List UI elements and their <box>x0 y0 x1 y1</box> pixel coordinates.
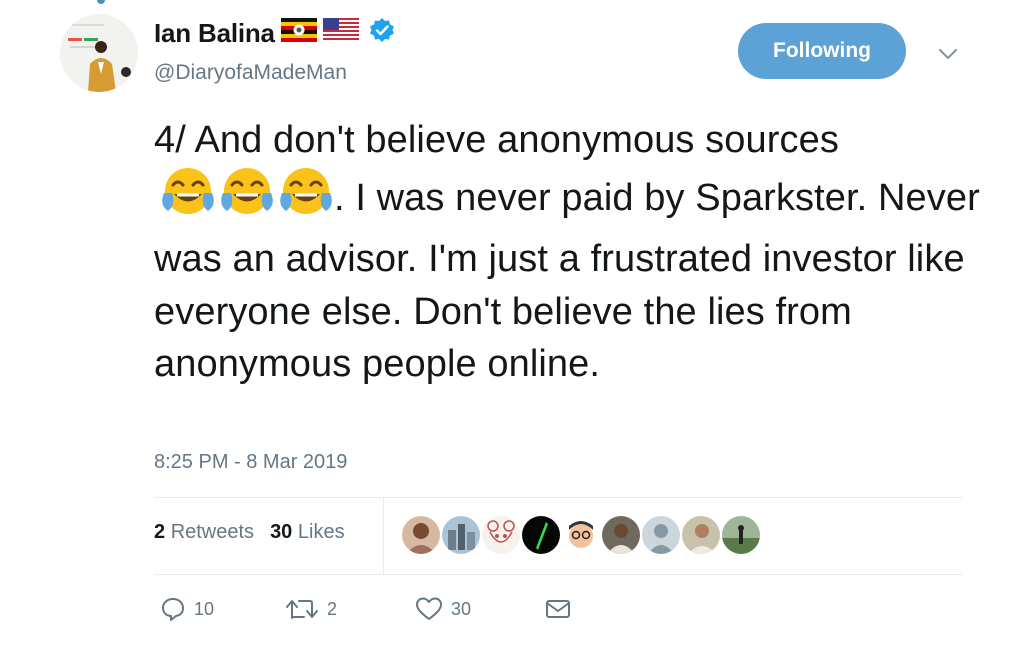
divider <box>154 497 962 498</box>
reply-action[interactable]: 10 <box>160 596 214 622</box>
tears-of-joy-emoji-group <box>160 167 334 234</box>
liker-avatar[interactable] <box>722 516 760 554</box>
author-name-row[interactable]: Ian Balina <box>154 17 395 50</box>
engagement-stats: 2 Retweets 30 Likes <box>154 521 345 544</box>
retweets-stat[interactable]: 2 Retweets <box>154 521 254 544</box>
retweet-action[interactable]: 2 <box>285 596 337 622</box>
envelope-icon <box>546 600 570 618</box>
author-display-name[interactable]: Ian Balina <box>154 18 275 49</box>
likes-label: Likes <box>297 521 345 543</box>
chevron-down-icon[interactable] <box>936 44 960 69</box>
tweet-timestamp[interactable]: 8:25 PM - 8 Mar 2019 <box>154 451 347 474</box>
liker-avatar[interactable] <box>602 516 640 554</box>
liker-avatar[interactable] <box>482 516 520 554</box>
like-action[interactable]: 30 <box>415 596 471 622</box>
liker-avatar[interactable] <box>642 516 680 554</box>
retweets-count: 2 <box>154 521 166 543</box>
liked-by-avatars <box>402 516 760 554</box>
tears-of-joy-emoji-icon <box>278 167 334 234</box>
author-avatar[interactable] <box>60 14 138 92</box>
tears-of-joy-emoji-icon <box>160 167 216 234</box>
divider <box>154 574 962 575</box>
liker-avatar[interactable] <box>522 516 560 554</box>
verified-badge-icon <box>369 17 395 50</box>
liker-avatar[interactable] <box>442 516 480 554</box>
stats-divider <box>383 497 384 574</box>
retweet-icon <box>286 600 318 619</box>
tweet-actions: 10 2 30 <box>0 596 1024 626</box>
tweet-text-part-1: 4/ And don't believe anonymous sources <box>154 119 839 161</box>
following-button[interactable]: Following <box>738 23 906 79</box>
reply-count: 10 <box>194 598 215 619</box>
uganda-flag-icon <box>280 18 317 49</box>
likes-stat[interactable]: 30 Likes <box>270 521 345 544</box>
tweet-body: 4/ And don't believe anonymous sources .… <box>154 114 1004 391</box>
liker-avatar[interactable] <box>402 516 440 554</box>
liker-avatar[interactable] <box>562 516 600 554</box>
tears-of-joy-emoji-icon <box>219 167 275 234</box>
retweets-label: Retweets <box>170 521 255 543</box>
heart-icon <box>416 597 442 620</box>
author-handle[interactable]: @DiaryofaMadeMan <box>154 61 347 85</box>
reply-icon <box>162 598 184 621</box>
direct-message-action[interactable] <box>544 596 572 622</box>
thread-connector <box>97 0 105 4</box>
us-flag-icon <box>322 18 359 49</box>
liker-avatar[interactable] <box>682 516 720 554</box>
retweet-count: 2 <box>327 598 338 619</box>
likes-count: 30 <box>270 521 293 543</box>
like-count: 30 <box>451 598 472 619</box>
